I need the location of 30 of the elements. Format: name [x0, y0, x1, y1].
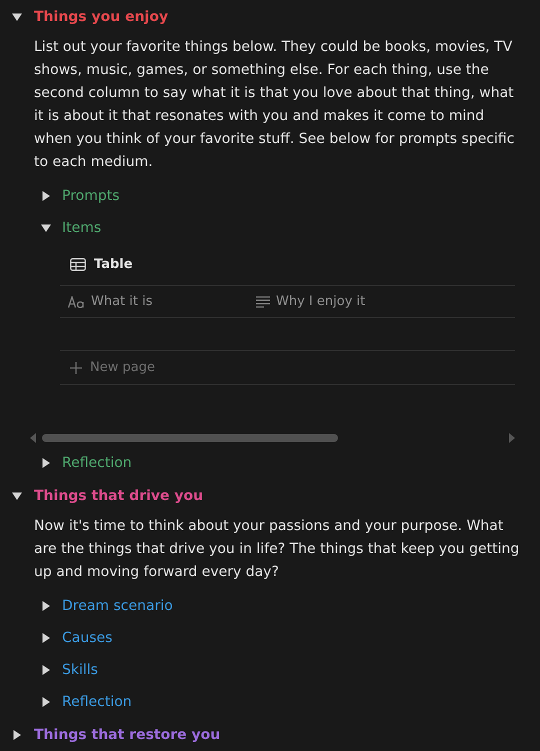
collapse-arrow-icon[interactable]	[12, 491, 22, 501]
lines-icon	[256, 296, 270, 308]
section-heading: Things you enjoy	[34, 8, 168, 26]
toggle-label[interactable]: Reflection	[62, 692, 132, 712]
expand-arrow-icon[interactable]	[41, 633, 51, 643]
text-type-icon	[68, 296, 85, 308]
toggle-label[interactable]: Skills	[62, 660, 98, 680]
column-header[interactable]: Why I enjoy it	[248, 286, 515, 317]
toggle-label[interactable]: Reflection	[62, 452, 132, 474]
table-icon	[70, 258, 86, 271]
toggle-label[interactable]: Items	[62, 218, 102, 238]
section-heading: Things that restore you	[34, 726, 220, 744]
table-title[interactable]: Table	[94, 254, 133, 274]
section-description: List out your favorite things below. They could be books, movies, TV shows, music, games, or something else. For each thing, use the second column to say what it is that you love about that thing, what it is about it that resonates with you and makes it come to mind when you think of your favorite stuff. See below for prompts specific to each medium.	[33, 38, 516, 172]
expand-arrow-icon[interactable]	[41, 665, 51, 675]
collapse-arrow-icon[interactable]	[12, 12, 22, 22]
section-description: Now it's time to think about your passions and your purpose. What are the things that drive you in life? The things that keep you getting up and moving forward every day?	[33, 517, 520, 582]
expand-arrow-icon[interactable]	[12, 730, 22, 740]
toggle-label[interactable]: Prompts	[62, 186, 120, 206]
toggle-label[interactable]: Causes	[62, 628, 112, 648]
expand-arrow-icon[interactable]	[41, 601, 51, 611]
expand-arrow-icon[interactable]	[41, 191, 51, 201]
toggle-label[interactable]: Dream scenario	[62, 596, 173, 616]
new-page-button[interactable]: New page	[60, 351, 515, 385]
column-header[interactable]: What it is	[60, 286, 248, 317]
plus-icon	[70, 362, 82, 374]
expand-arrow-icon[interactable]	[41, 458, 51, 468]
collapse-arrow-icon[interactable]	[41, 223, 51, 233]
expand-arrow-icon[interactable]	[41, 697, 51, 707]
section-heading: Things that drive you	[34, 486, 204, 506]
